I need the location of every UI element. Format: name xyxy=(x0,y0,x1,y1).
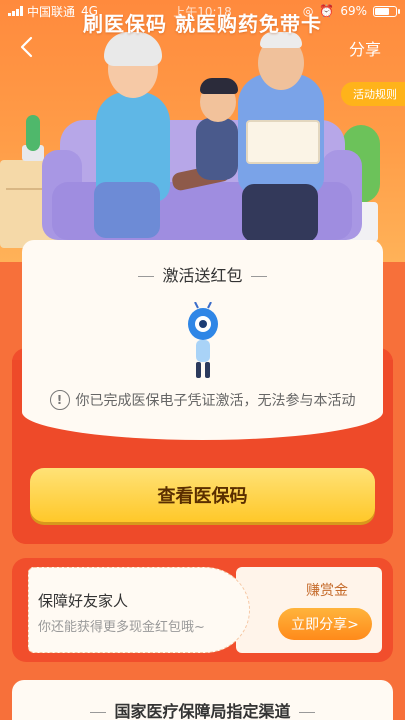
grandma-legs xyxy=(94,182,160,238)
share-now-button[interactable]: 立即分享> xyxy=(278,608,372,640)
activate-card: 激活送红包 ! 你已完成医保电子凭证激活，无法参与本活动 xyxy=(22,240,383,440)
info-icon: ! xyxy=(49,390,70,410)
back-icon[interactable] xyxy=(14,34,40,60)
share-subtitle: 你还能获得更多现金红包哦~ xyxy=(38,620,205,635)
activation-notice: ! 你已完成医保电子凭证激活，无法参与本活动 xyxy=(22,390,383,410)
share-link[interactable]: 分享 xyxy=(349,36,381,60)
boy-body xyxy=(196,118,238,180)
notice-text: 你已完成医保电子凭证激活，无法参与本活动 xyxy=(75,393,356,409)
reward-label: 赚赏金 xyxy=(306,583,348,599)
mascot-icon xyxy=(188,302,218,378)
newspaper-illustration xyxy=(246,120,320,164)
cactus-illustration xyxy=(26,115,40,151)
view-medical-code-button[interactable]: 查看医保码 xyxy=(30,468,375,522)
activate-title: 激活送红包 xyxy=(22,262,383,286)
grandma-hair xyxy=(104,32,162,66)
grandpa-legs xyxy=(242,184,318,242)
boy-hair xyxy=(200,78,238,94)
share-title: 保障好友家人 xyxy=(38,592,129,610)
banner-title: 刷医保码 就医购药免带卡 xyxy=(83,12,322,36)
activity-rules-button[interactable]: 活动规则 xyxy=(341,82,405,106)
bottom-title: 国家医疗保障局指定渠道 xyxy=(12,698,393,720)
banner xyxy=(0,0,405,262)
